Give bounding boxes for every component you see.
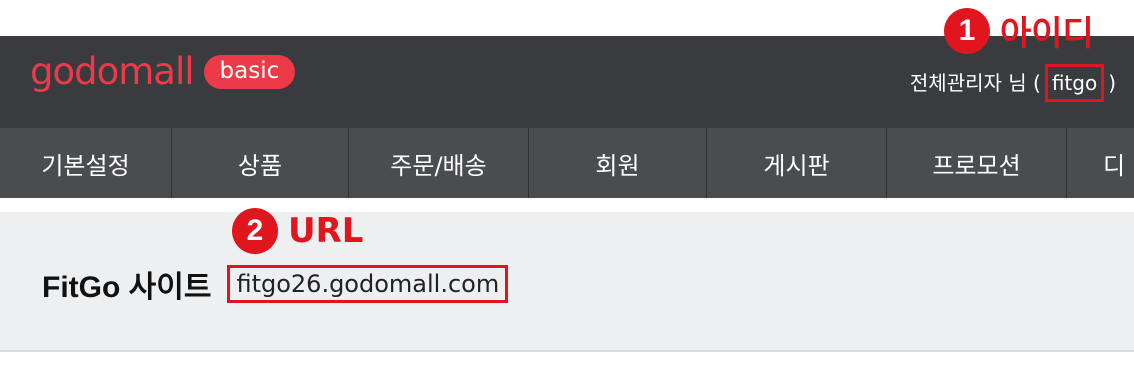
annotation-label: URL: [288, 211, 364, 251]
site-url[interactable]: fitgo26.godomall.com: [227, 265, 509, 303]
site-title: FitGo 사이트: [42, 271, 212, 304]
logo-badge: basic: [203, 55, 296, 89]
nav-item-truncated[interactable]: 디: [1067, 128, 1134, 198]
annotation-label: 아이디: [1000, 14, 1094, 54]
main-nav: 기본설정 상품 주문/배송 회원 게시판 프로모션 디: [0, 128, 1134, 198]
nav-item-promotion[interactable]: 프로모션: [887, 128, 1067, 198]
user-info: 전체관리자 님 ( fitgo ): [910, 64, 1116, 102]
user-label: 전체관리자 님 (: [909, 71, 1041, 95]
nav-item-products[interactable]: 상품: [172, 128, 349, 198]
annotation-1: 1 아이디: [944, 6, 1094, 55]
nav-item-board[interactable]: 게시판: [707, 128, 887, 198]
annotation-number: 1: [944, 7, 990, 54]
site-row: FitGo 사이트 fitgo26.godomall.com: [42, 262, 509, 306]
nav-item-basic-settings[interactable]: 기본설정: [0, 128, 172, 198]
annotation-2: 2 URL: [232, 208, 363, 254]
site-info-panel: FitGo 사이트 fitgo26.godomall.com: [0, 212, 1134, 352]
annotation-number: 2: [232, 208, 278, 254]
logo-text: godomall: [30, 50, 195, 93]
user-id: fitgo: [1044, 64, 1105, 102]
nav-item-orders-shipping[interactable]: 주문/배송: [349, 128, 529, 198]
nav-item-members[interactable]: 회원: [529, 128, 707, 198]
user-suffix: ): [1108, 71, 1116, 95]
godomall-logo[interactable]: godomall basic: [30, 50, 296, 93]
